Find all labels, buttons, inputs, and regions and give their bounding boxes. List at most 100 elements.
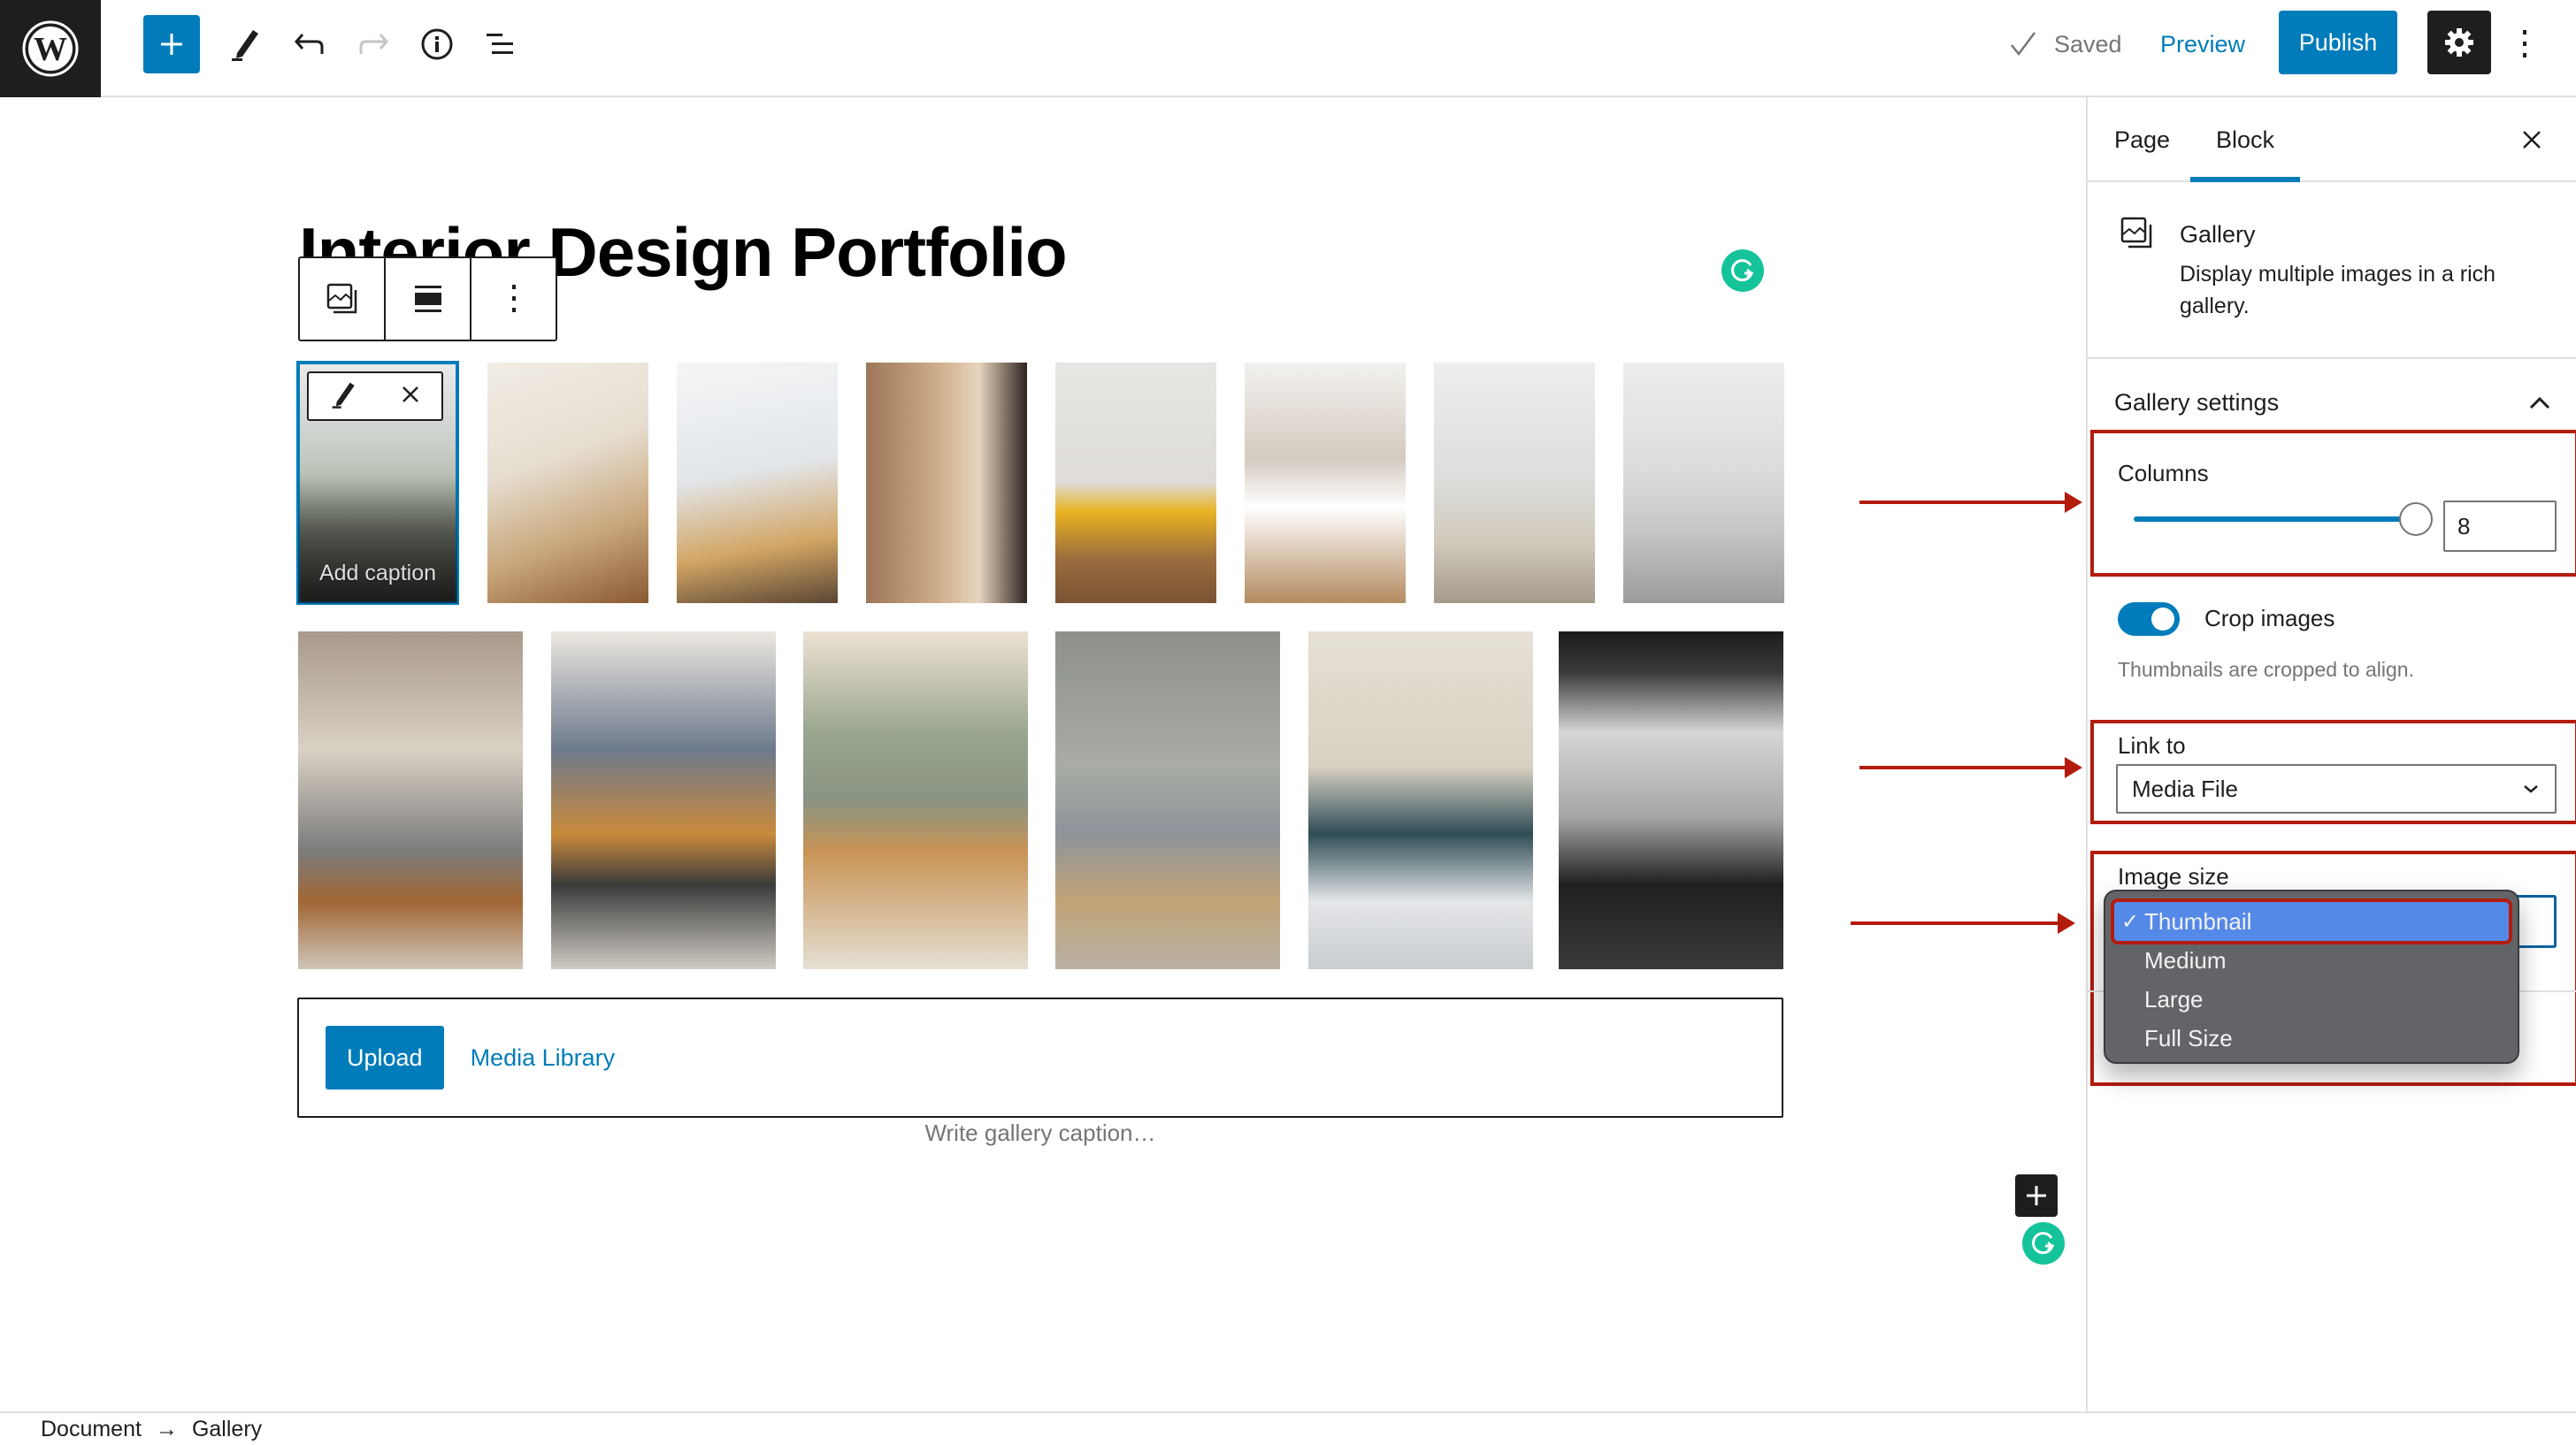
grammarly-button[interactable] [2022,1222,2065,1265]
arrow-right-icon: → [155,1416,178,1441]
saved-label: Saved [2054,30,2122,57]
redo-icon [359,34,388,54]
gallery-image[interactable] [803,631,1028,969]
gallery-image[interactable] [1434,363,1595,603]
block-card-title: Gallery [2180,221,2256,248]
gallery-icon [326,283,356,314]
block-breadcrumb: Document → Gallery [0,1411,2576,1445]
plus-icon [161,34,182,55]
wordpress-logo-icon: W [22,20,79,77]
close-icon [402,386,418,402]
gallery-upload-placeholder: Upload Media Library [297,998,1783,1118]
align-icon [414,286,441,312]
image-size-option-thumbnail[interactable]: ✓ Thumbnail [2111,898,2512,944]
link-to-select[interactable]: Media File [2116,764,2557,814]
gallery-image[interactable] [1559,631,1783,969]
pencil-icon [232,30,258,61]
columns-label: Columns [2118,460,2209,486]
gallery-caption-input[interactable]: Write gallery caption… [297,1120,1783,1147]
breadcrumb-gallery[interactable]: Gallery [192,1417,262,1442]
gallery-image[interactable]: Add caption [296,361,459,605]
block-toolbar [298,256,557,341]
grammarly-icon [2032,1232,2055,1255]
gallery-image[interactable] [1055,631,1280,969]
grammarly-button[interactable] [1721,249,1764,292]
align-button[interactable] [386,258,472,340]
check-icon: ✓ [2121,909,2140,934]
options-button[interactable] [2505,15,2544,73]
edit-image-button[interactable] [331,379,357,414]
gallery-image[interactable] [551,631,776,969]
link-to-value: Media File [2132,775,2238,802]
inline-add-block-button[interactable] [2015,1174,2058,1217]
image-caption-placeholder[interactable]: Add caption [298,559,457,587]
more-vertical-icon [2523,30,2526,57]
tab-page[interactable]: Page [2114,97,2170,182]
annotation-arrow-link-to [1859,757,2082,778]
upload-button[interactable]: Upload [326,1026,444,1089]
columns-input[interactable]: 8 [2443,501,2557,552]
editor-canvas: Interior Design Portfolio Add caption Up… [0,97,2086,1411]
gallery-settings-panel-toggle[interactable]: Gallery settings [2114,389,2551,417]
info-icon [421,28,453,60]
gallery-image[interactable] [1055,363,1216,603]
wordpress-logo-button[interactable]: W [0,0,101,97]
settings-sidebar: Page Block Gallery Display multiple imag… [2086,97,2576,1411]
tab-block[interactable]: Block [2190,97,2300,182]
crop-images-toggle[interactable] [2118,602,2180,636]
media-library-button[interactable]: Media Library [471,1044,616,1072]
more-vertical-icon [511,285,516,312]
preview-button[interactable]: Preview [2150,15,2256,73]
image-size-option-medium[interactable]: Medium [2105,941,2518,980]
gear-icon [2445,28,2473,57]
list-view-button[interactable] [476,15,525,73]
gallery-image[interactable] [866,363,1027,603]
redo-button[interactable] [349,15,398,73]
details-button[interactable] [412,15,462,73]
chevron-down-icon [2524,785,2538,793]
gallery-settings-title: Gallery settings [2114,389,2280,416]
gallery-image[interactable] [1245,363,1406,603]
block-card: Gallery Display multiple images in a ric… [2088,182,2576,359]
gallery-image[interactable] [1623,363,1784,603]
block-card-description: Display multiple images in a rich galler… [2180,262,2496,318]
annotation-arrow-columns [1859,492,2082,513]
editor-top-bar: W Saved Preview Publish [0,0,2576,97]
gallery-icon [2120,216,2155,256]
link-to-label: Link to [2118,732,2186,759]
add-block-button[interactable] [143,15,200,73]
annotation-arrow-image-size [1851,913,2075,934]
gallery-image[interactable] [487,363,648,603]
remove-image-button[interactable] [401,385,420,409]
image-size-option-large[interactable]: Large [2105,980,2518,1019]
crop-images-help: Thumbnails are cropped to align. [2118,658,2414,681]
gallery-image[interactable] [298,631,523,969]
chevron-up-icon [2529,396,2550,409]
settings-button[interactable] [2427,11,2491,74]
list-view-icon [487,34,513,54]
block-options-button[interactable] [472,258,556,340]
close-icon [2523,131,2541,149]
option-label: Thumbnail [2144,907,2252,935]
svg-text:W: W [34,31,67,68]
gallery-image[interactable] [677,363,838,603]
undo-button[interactable] [285,15,334,73]
columns-slider-handle[interactable] [2399,502,2433,536]
toggle-knob [2151,608,2174,631]
close-sidebar-button[interactable] [2514,122,2549,157]
pencil-icon [332,382,355,409]
grammarly-icon [1731,259,1754,282]
check-icon [2011,32,2036,57]
sidebar-tabs: Page Block [2088,97,2576,182]
publish-button[interactable]: Publish [2279,11,2397,74]
breadcrumb-document[interactable]: Document [41,1417,142,1442]
image-toolbar [307,371,443,421]
block-type-button[interactable] [300,258,386,340]
columns-slider-track[interactable] [2134,516,2419,522]
gallery-image[interactable] [1308,631,1533,969]
image-size-dropdown-menu: ✓ Thumbnail Medium Large Full Size [2104,890,2519,1064]
image-size-option-full-size[interactable]: Full Size [2105,1019,2518,1058]
tools-button[interactable] [221,15,271,73]
crop-images-label: Crop images [2204,605,2335,631]
saved-status: Saved [2008,25,2122,64]
